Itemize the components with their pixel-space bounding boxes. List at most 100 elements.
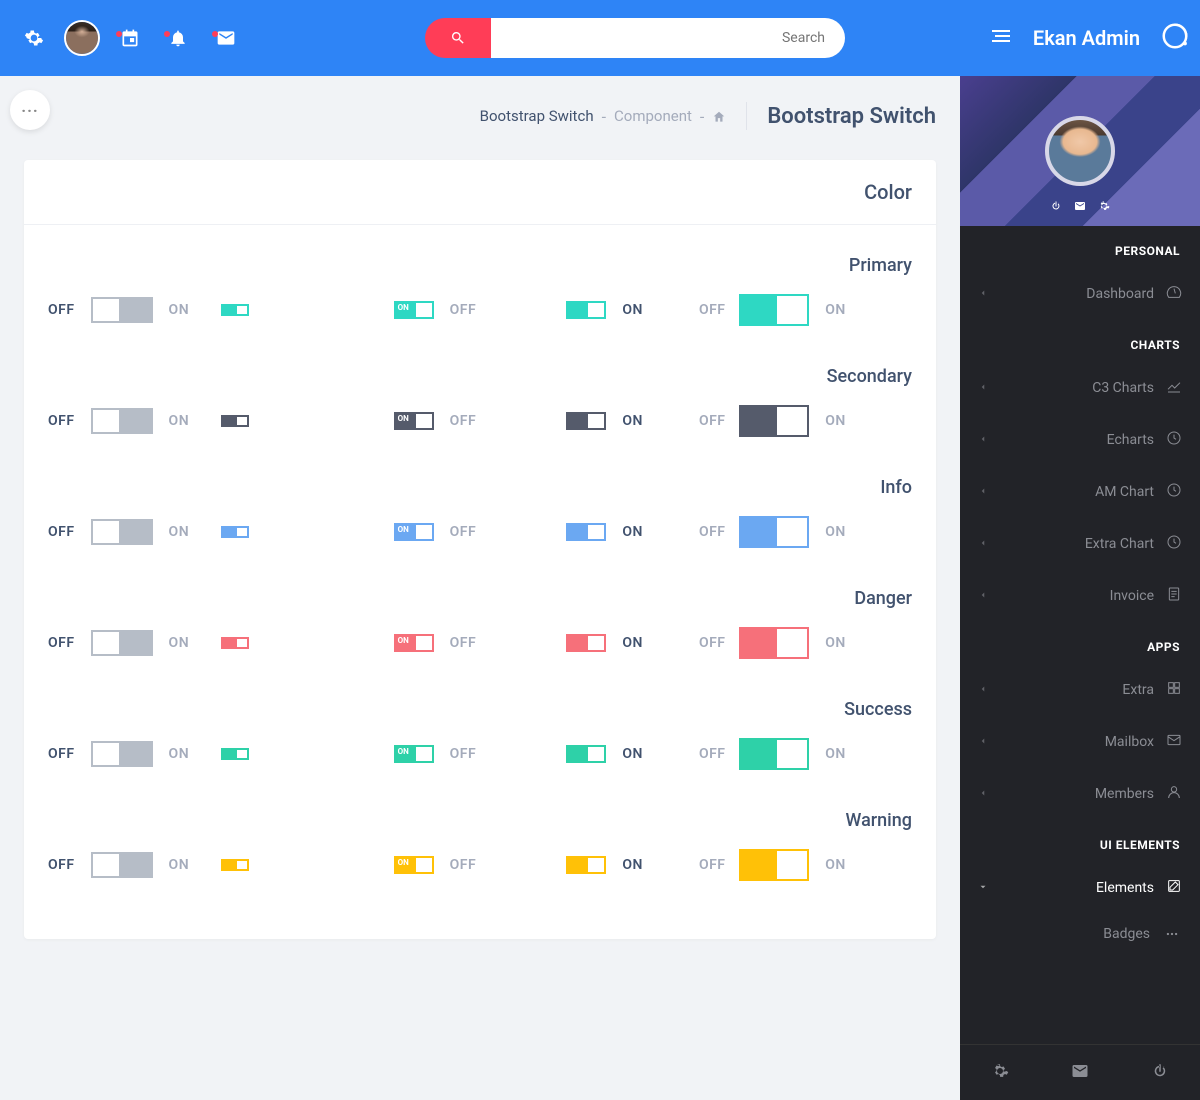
sidebar-item-echarts[interactable]: Echarts (960, 414, 1200, 466)
switch-knob (237, 306, 247, 314)
mail-small-icon[interactable] (1074, 197, 1086, 216)
brand-name: Ekan Admin (1033, 26, 1140, 50)
switch-toggle[interactable] (566, 523, 606, 541)
gear-small-icon[interactable] (1098, 197, 1110, 216)
header-right: Ekan Admin (989, 21, 1190, 55)
switch-toggle[interactable]: ON (394, 412, 434, 430)
switch-toggle[interactable]: ON (394, 856, 434, 874)
sidebar-item-extra[interactable]: Extra (960, 664, 1200, 716)
sidebar-item-am[interactable]: AM Chart (960, 466, 1200, 518)
switch-toggle[interactable] (566, 856, 606, 874)
switch-toggle[interactable] (221, 415, 249, 427)
search-input[interactable] (491, 18, 845, 58)
switch-label: ON (622, 413, 643, 429)
switch-knob (777, 518, 807, 546)
sidebar-item-members[interactable]: Members (960, 768, 1200, 820)
group-apps: APPS (960, 622, 1200, 664)
switch-toggle[interactable] (221, 526, 249, 538)
more-fab-button[interactable]: ··· (10, 90, 50, 130)
user-avatar-large[interactable] (1045, 116, 1115, 186)
group-ui: UI ELEMENTS (960, 820, 1200, 862)
switch-knob (237, 861, 247, 869)
switch-toggle[interactable] (739, 627, 809, 659)
switch-toggle[interactable]: ON (394, 301, 434, 319)
sidebar-item-dashboard[interactable]: Dashboard (960, 268, 1200, 320)
switch-knob (237, 639, 247, 647)
main-content: ··· Bootstrap Switch - Component - Boots… (0, 76, 960, 1100)
switch-toggle[interactable] (221, 859, 249, 871)
calendar-icon[interactable] (106, 14, 154, 62)
sidebar-item-extrac[interactable]: Extra Chart (960, 518, 1200, 570)
section-title: Info (48, 477, 912, 498)
envelope-icon (1166, 732, 1182, 752)
switch-knob (416, 636, 432, 650)
switch-toggle[interactable]: ON (394, 745, 434, 763)
power-icon[interactable] (1050, 197, 1062, 216)
sidebar-item-c3[interactable]: C3 Charts (960, 362, 1200, 414)
switch-cell: OFFON (48, 852, 221, 878)
chevron-left-icon (978, 734, 988, 750)
sidebar-item-elements[interactable]: Elements (960, 862, 1200, 914)
switch-toggle[interactable] (91, 852, 153, 878)
group-charts: CHARTS (960, 320, 1200, 362)
home-icon[interactable] (712, 107, 726, 126)
switch-label: OFF (699, 857, 726, 873)
switch-cell: ONOFF (394, 745, 567, 763)
section-title: Warning (48, 810, 912, 831)
switch-inner-label: ON (398, 525, 409, 534)
switch-toggle[interactable] (566, 634, 606, 652)
breadcrumb-item[interactable]: Component (614, 107, 692, 125)
switch-toggle[interactable] (91, 741, 153, 767)
switch-toggle[interactable] (739, 405, 809, 437)
switch-label: OFF (699, 524, 726, 540)
chevron-left-icon (978, 484, 988, 500)
power-icon[interactable] (1151, 1062, 1169, 1084)
switch-toggle[interactable] (91, 297, 153, 323)
search-button[interactable] (425, 18, 491, 58)
switch-toggle[interactable] (91, 519, 153, 545)
switch-toggle[interactable] (221, 304, 249, 316)
switch-toggle[interactable] (221, 637, 249, 649)
bell-icon[interactable] (154, 14, 202, 62)
switch-toggle[interactable] (739, 849, 809, 881)
switch-toggle[interactable] (91, 408, 153, 434)
gear-icon[interactable] (991, 1062, 1009, 1084)
switch-label: OFF (48, 635, 75, 651)
breadcrumb-item[interactable]: Bootstrap Switch (480, 107, 594, 125)
edit-icon (1166, 878, 1182, 898)
switch-toggle[interactable] (566, 745, 606, 763)
switch-toggle[interactable]: ON (394, 523, 434, 541)
switch-inner-label: ON (398, 303, 409, 312)
switch-toggle[interactable] (221, 748, 249, 760)
switch-label: ON (622, 635, 643, 651)
settings-icon[interactable] (10, 14, 58, 62)
mail-icon[interactable] (202, 14, 250, 62)
switch-toggle[interactable] (566, 412, 606, 430)
sidebar-bottom-bar (960, 1044, 1200, 1100)
sidebar-item-invoice[interactable]: Invoice (960, 570, 1200, 622)
chevron-left-icon (978, 536, 988, 552)
switch-toggle[interactable] (739, 294, 809, 326)
switch-row: OFFONONOFFONOFFON (48, 849, 912, 881)
menu-icon[interactable] (989, 24, 1013, 52)
switch-knob (416, 414, 432, 428)
switch-knob (777, 296, 807, 324)
switch-toggle[interactable] (566, 301, 606, 319)
switch-toggle[interactable] (739, 516, 809, 548)
section-title: Secondary (48, 366, 912, 387)
switch-cell (221, 415, 394, 427)
switch-label: ON (825, 524, 846, 540)
switch-toggle[interactable]: ON (394, 634, 434, 652)
divider (746, 102, 747, 130)
sidebar-item-mailbox[interactable]: Mailbox (960, 716, 1200, 768)
switch-knob (237, 417, 247, 425)
switch-toggle[interactable] (91, 630, 153, 656)
user-avatar-small[interactable] (58, 14, 106, 62)
envelope-icon[interactable] (1071, 1062, 1089, 1084)
chevron-left-icon (978, 682, 988, 698)
sidebar-hero (960, 76, 1200, 226)
sidebar-subitem-badges[interactable]: Badges (960, 914, 1200, 954)
color-card: Color PrimaryOFFONONOFFONOFFONSecondaryO… (24, 160, 936, 939)
switch-toggle[interactable] (739, 738, 809, 770)
brand-logo-icon[interactable] (1160, 21, 1190, 55)
